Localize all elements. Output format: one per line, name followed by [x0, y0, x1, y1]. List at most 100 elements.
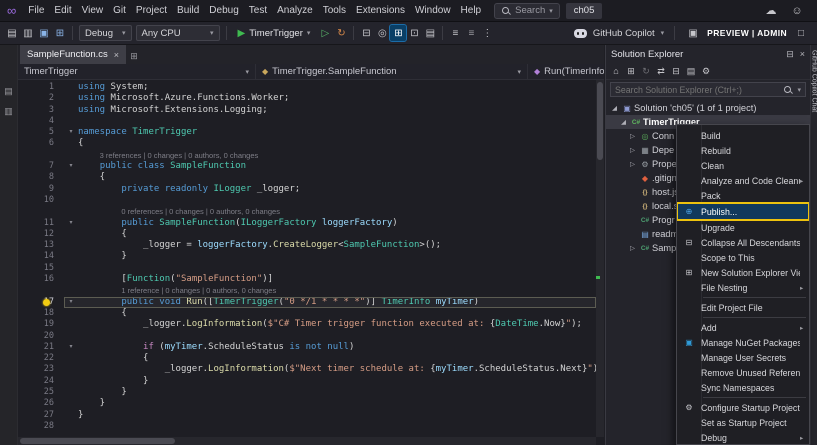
line-number[interactable]: 27	[18, 410, 64, 421]
codelens-text[interactable]: 3 references | 0 changes | 0 authors, 0 …	[64, 150, 259, 161]
codelens-text[interactable]: 1 reference | 0 changes | 0 authors, 0 c…	[64, 285, 276, 296]
cloud-icon[interactable]: ☁	[763, 3, 779, 19]
menu-item-add[interactable]: Add ▸	[677, 320, 809, 335]
chevron-down-icon[interactable]: ▾	[661, 29, 665, 37]
collapse-all-icon[interactable]: ⊟	[669, 64, 683, 78]
menu-item-clean[interactable]: Clean	[677, 158, 809, 173]
solution-search-input[interactable]	[615, 84, 780, 95]
menu-edit[interactable]: Edit	[49, 0, 76, 21]
menu-window[interactable]: Window	[410, 0, 456, 21]
line-number[interactable]: 19	[18, 319, 64, 330]
menu-extensions[interactable]: Extensions	[351, 0, 410, 21]
fold-marker[interactable]: ▾	[64, 218, 78, 229]
watch-window-icon[interactable]: ⊡	[406, 25, 422, 41]
menu-analyze[interactable]: Analyze	[272, 0, 318, 21]
document-arrow-icon[interactable]: ▥	[1, 103, 17, 119]
screen-layout-icon[interactable]: ▣	[685, 25, 701, 41]
line-number[interactable]: 26	[18, 398, 64, 409]
twisty-icon[interactable]: ◢	[618, 118, 629, 126]
menu-item-edit-project-file[interactable]: Edit Project File	[677, 300, 809, 315]
codelens-text[interactable]: 0 references | 0 changes | 0 authors, 0 …	[64, 206, 280, 217]
document-icon[interactable]: ▤	[1, 83, 17, 99]
twisty-icon[interactable]: ▷	[627, 244, 638, 252]
properties-icon[interactable]: ⚙	[699, 64, 713, 78]
solution-name-badge[interactable]: ch05	[565, 2, 603, 19]
line-number[interactable]: 5	[18, 127, 64, 138]
switch-views-icon[interactable]: ⊞	[624, 64, 638, 78]
solution-explorer-search[interactable]: ▾	[610, 82, 806, 97]
line-number[interactable]: 16	[18, 274, 64, 285]
editor-preview-icon[interactable]: ⊞	[389, 24, 408, 42]
menu-item-configure-startup-projects[interactable]: ⚙ Configure Startup Projects...	[677, 400, 809, 415]
menu-item-upgrade[interactable]: Upgrade	[677, 220, 809, 235]
line-number[interactable]: 3	[18, 105, 64, 116]
line-number[interactable]: 13	[18, 240, 64, 251]
line-number[interactable]: 9	[18, 184, 64, 195]
visual-studio-logo-icon[interactable]: ∞	[0, 0, 23, 22]
start-debugging-button[interactable]: ▶ TimerTrigger ▾	[234, 25, 315, 41]
window-restore-icon[interactable]: □	[793, 25, 809, 41]
menu-item-debug[interactable]: Debug ▸	[677, 430, 809, 444]
line-number[interactable]: 10	[18, 195, 64, 206]
breakpoint-window-icon[interactable]: ◎	[374, 25, 390, 41]
save-all-icon[interactable]: ⊞	[52, 25, 68, 41]
menu-item-analyze-and-code-cleanup[interactable]: Analyze and Code Cleanup ▸	[677, 173, 809, 188]
github-copilot-label[interactable]: GitHub Copilot	[593, 28, 655, 39]
line-number[interactable]: 23	[18, 364, 64, 375]
line-number[interactable]: 25	[18, 387, 64, 398]
menu-tools[interactable]: Tools	[318, 0, 351, 21]
open-file-icon[interactable]: ▥	[20, 25, 36, 41]
close-panel-icon[interactable]: ×	[800, 49, 805, 60]
menu-test[interactable]: Test	[244, 0, 272, 21]
menu-item-manage-user-secrets[interactable]: Manage User Secrets	[677, 350, 809, 365]
feedback-icon[interactable]: ☺	[789, 3, 805, 19]
project-dropdown[interactable]: TimerTrigger ▾	[18, 64, 256, 79]
menu-item-sync-namespaces[interactable]: Sync Namespaces	[677, 380, 809, 395]
scrollbar-thumb[interactable]	[597, 82, 603, 160]
copilot-chat-side-tab[interactable]: GitHub Copilot Chat	[810, 45, 817, 445]
solution-configuration-dropdown[interactable]: Debug ▾	[79, 25, 132, 41]
line-number[interactable]: 8	[18, 172, 64, 183]
menu-item-rebuild[interactable]: Rebuild	[677, 143, 809, 158]
line-number[interactable]: 28	[18, 421, 64, 432]
indent-icon[interactable]: ≡	[447, 25, 463, 41]
line-number[interactable]: 21	[18, 342, 64, 353]
menu-item-pack[interactable]: Pack	[677, 188, 809, 203]
start-without-debugging-icon[interactable]: ▷	[317, 25, 333, 41]
line-number[interactable]: 20	[18, 331, 64, 342]
menu-help[interactable]: Help	[456, 0, 487, 21]
line-number[interactable]: 11	[18, 218, 64, 229]
github-copilot-icon[interactable]	[573, 28, 587, 38]
chevron-down-icon[interactable]: ▾	[797, 86, 801, 94]
save-icon[interactable]: ▣	[36, 25, 52, 41]
show-all-files-icon[interactable]: ▤	[684, 64, 698, 78]
fold-marker[interactable]: ▾	[64, 297, 78, 308]
menu-item-collapse-all-descendants[interactable]: ⊟ Collapse All Descendants	[677, 235, 809, 250]
line-number[interactable]: 12	[18, 229, 64, 240]
menu-item-file-nesting[interactable]: File Nesting ▸	[677, 280, 809, 295]
menu-build[interactable]: Build	[172, 0, 204, 21]
twisty-icon[interactable]: ▷	[627, 146, 638, 154]
menu-item-publish[interactable]: ⊕ Publish...	[677, 202, 809, 221]
menu-item-new-solution-explorer-view[interactable]: ⊞ New Solution Explorer View	[677, 265, 809, 280]
line-number[interactable]: 7	[18, 161, 64, 172]
home-icon[interactable]: ⌂	[609, 64, 623, 78]
comment-icon[interactable]: ≡	[463, 25, 479, 41]
hot-reload-icon[interactable]: ↻	[333, 25, 349, 41]
quick-search-box[interactable]: Search ▾	[494, 2, 560, 19]
refresh-icon[interactable]: ↻	[639, 64, 653, 78]
solution-explorer-header[interactable]: Solution Explorer ⊟ ×	[606, 45, 810, 63]
output-window-icon[interactable]: ▤	[422, 25, 438, 41]
editor-vertical-scrollbar[interactable]	[596, 80, 604, 437]
line-number[interactable]: 15	[18, 263, 64, 274]
menu-item-manage-nuget-packages[interactable]: ▣ Manage NuGet Packages...	[677, 335, 809, 350]
lightbulb-icon[interactable]	[43, 298, 50, 306]
menu-project[interactable]: Project	[131, 0, 172, 21]
menu-debug[interactable]: Debug	[204, 0, 243, 21]
scrollbar-thumb[interactable]	[20, 438, 175, 444]
twisty-icon[interactable]: ◢	[609, 104, 620, 112]
twisty-icon[interactable]: ▷	[627, 160, 638, 168]
line-number[interactable]: 1	[18, 82, 64, 93]
toolbar-overflow-icon[interactable]: ⋮	[479, 25, 495, 41]
menu-item-scope-to-this[interactable]: Scope to This	[677, 250, 809, 265]
